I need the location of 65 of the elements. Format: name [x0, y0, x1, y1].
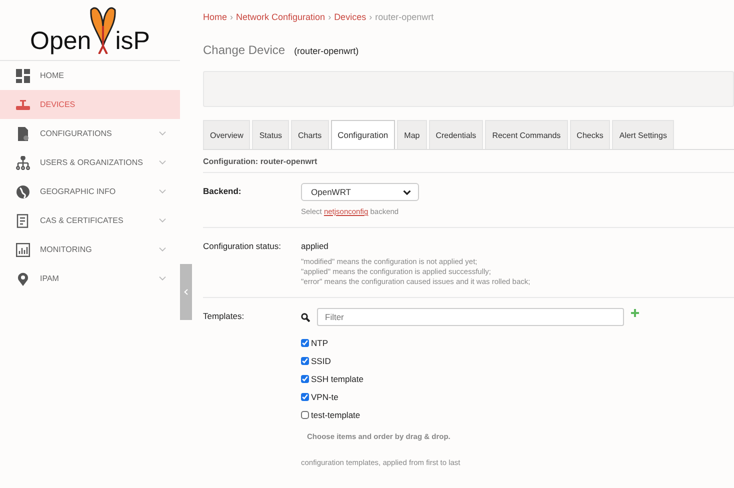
- checkbox-label: test-template: [311, 410, 360, 420]
- page-title: Change Device: [203, 43, 286, 57]
- sidebar-item[interactable]: CAS & CERTIFICATES: [0, 206, 180, 235]
- chevron-down-icon: [159, 247, 166, 252]
- breadcrumb-link[interactable]: Home: [203, 12, 228, 22]
- tab[interactable]: Credentials: [428, 120, 484, 149]
- section-title: Configuration: router-openwrt: [203, 150, 734, 173]
- breadcrumb-link[interactable]: Devices: [334, 12, 366, 22]
- sidebar-item[interactable]: CONFIGURATIONS: [0, 119, 180, 148]
- tab[interactable]: Alert Settings: [612, 120, 674, 149]
- tab[interactable]: Map: [397, 120, 427, 149]
- chevron-down-icon: [159, 160, 166, 165]
- location-pin-icon: [16, 272, 30, 286]
- logo-text: Open: [30, 27, 92, 56]
- chevron-left-icon: [184, 289, 188, 295]
- chevron-down-icon: [159, 131, 166, 136]
- tab[interactable]: Status: [252, 120, 290, 149]
- hierarchy-icon: [16, 156, 30, 170]
- page-subtitle: (router-openwrt): [294, 46, 359, 56]
- globe-icon: [16, 184, 30, 198]
- template-checkbox[interactable]: [301, 375, 309, 383]
- template-checkbox[interactable]: [301, 339, 309, 347]
- logo-text: isP: [115, 27, 150, 56]
- breadcrumb-separator: ›: [369, 12, 372, 22]
- breadcrumb-separator: ›: [328, 12, 332, 22]
- chevron-down-icon: [159, 189, 166, 194]
- chevron-down-icon: [403, 190, 411, 194]
- sidebar-item[interactable]: DEVICES: [0, 90, 180, 119]
- tab[interactable]: Recent Commands: [485, 120, 568, 149]
- breadcrumb-current: router-openwrt: [375, 12, 434, 22]
- chevron-down-icon: [159, 218, 166, 223]
- sidebar-item[interactable]: IPAM: [0, 264, 180, 293]
- tab[interactable]: Configuration: [330, 120, 396, 149]
- breadcrumb-link[interactable]: Network Configuration: [236, 12, 326, 22]
- tab[interactable]: Overview: [203, 120, 250, 149]
- tab[interactable]: Checks: [570, 120, 610, 149]
- field-label: Templates:: [203, 310, 246, 323]
- sidebar-item[interactable]: MONITORING: [0, 235, 180, 264]
- chevron-down-icon: [159, 276, 166, 281]
- checkbox-label: SSID: [311, 356, 331, 366]
- checkbox-label: VPN-te: [311, 392, 338, 402]
- tab[interactable]: Charts: [291, 120, 329, 149]
- add-icon[interactable]: [631, 309, 639, 317]
- filter-field[interactable]: Filter: [317, 308, 624, 326]
- template-checkbox[interactable]: [301, 411, 309, 419]
- checkbox-label: SSH template: [311, 374, 364, 384]
- sidebar-item[interactable]: USERS & ORGANIZATIONS: [0, 148, 180, 177]
- breadcrumb-separator: ›: [230, 12, 234, 22]
- sidebar-item[interactable]: HOME: [0, 61, 180, 90]
- field-label: Backend:: [203, 185, 242, 198]
- search-icon: [301, 312, 310, 322]
- sidebar-collapse-handle[interactable]: [180, 264, 192, 320]
- backend-select[interactable]: OpenWRT: [301, 183, 419, 201]
- status-value: applied: [301, 240, 330, 251]
- openwisp-logo[interactable]: Open isP: [0, 4, 180, 61]
- checkbox-label: NTP: [311, 338, 328, 348]
- file-icon: [16, 126, 30, 140]
- bar-chart-icon: [16, 242, 30, 256]
- sidebar-item[interactable]: GEOGRAPHIC INFO: [0, 177, 180, 206]
- field-label: Configuration status:: [203, 240, 282, 253]
- template-checkbox[interactable]: [301, 357, 309, 365]
- template-checkbox[interactable]: [301, 393, 309, 401]
- router-icon: [16, 98, 30, 112]
- grid-icon: [16, 68, 30, 82]
- certificate-icon: [16, 214, 30, 228]
